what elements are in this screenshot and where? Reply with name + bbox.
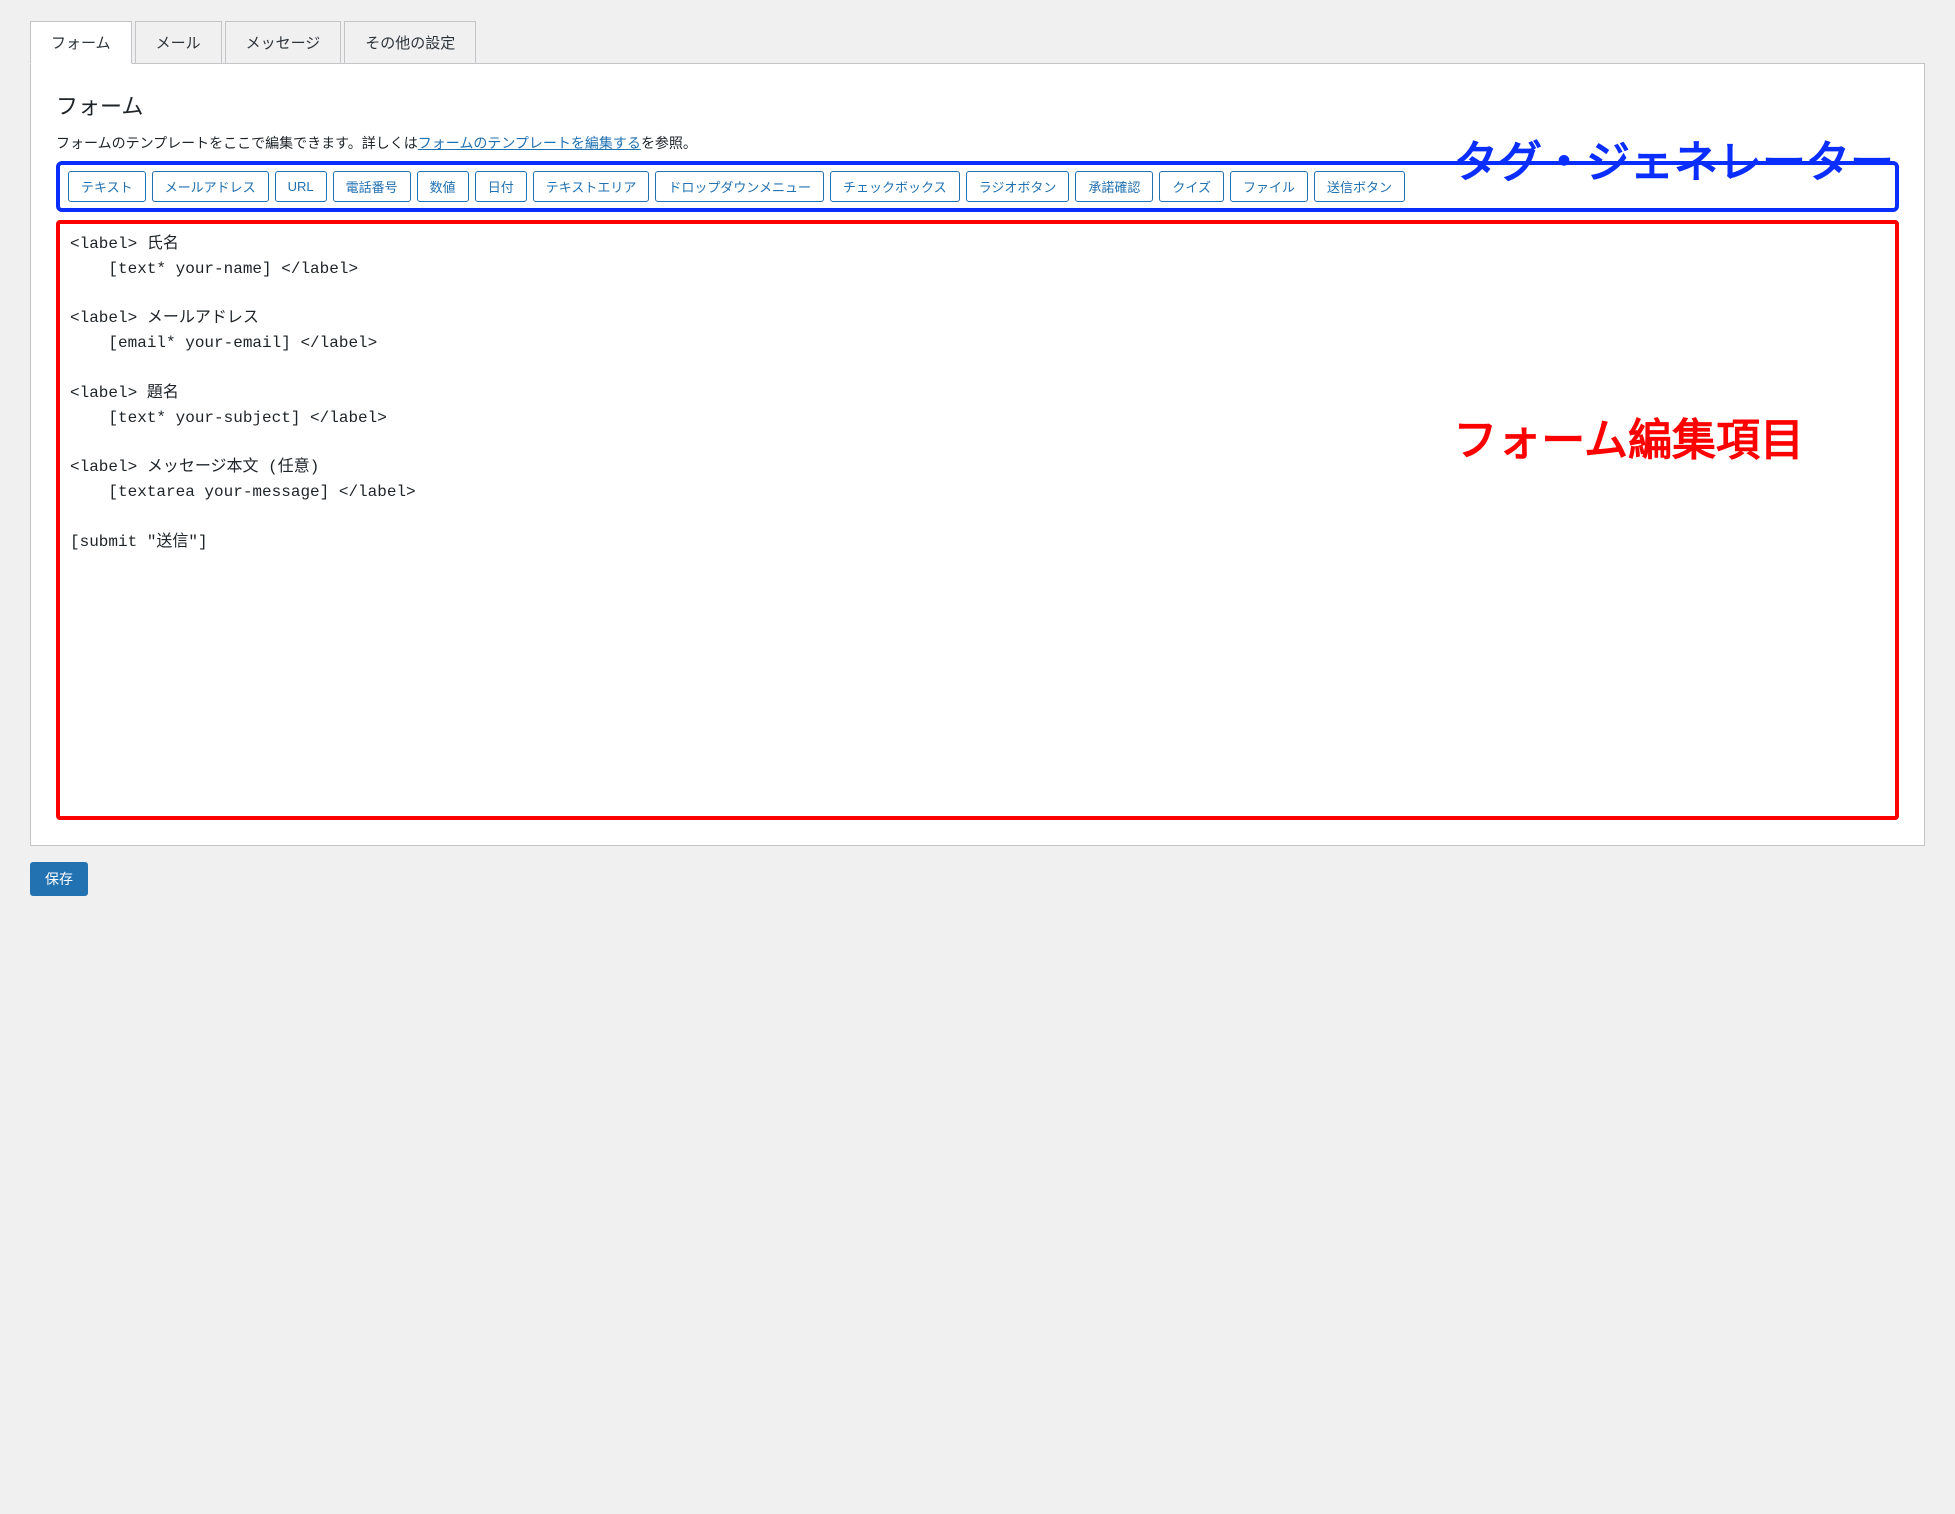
tabs-container: フォーム メール メッセージ その他の設定 bbox=[30, 20, 1925, 63]
description-prefix: フォームのテンプレートをここで編集できます。詳しくは bbox=[56, 136, 418, 152]
tag-button-acceptance[interactable]: 承諾確認 bbox=[1075, 171, 1153, 202]
tag-button-textarea[interactable]: テキストエリア bbox=[533, 171, 650, 202]
form-panel: タグ・ジェネレーター フォーム フォームのテンプレートをここで編集できます。詳し… bbox=[30, 63, 1925, 846]
panel-description: フォームのテンプレートをここで編集できます。詳しくはフォームのテンプレートを編集… bbox=[56, 133, 1899, 153]
tag-button-dropdown[interactable]: ドロップダウンメニュー bbox=[655, 171, 824, 202]
tag-button-url[interactable]: URL bbox=[275, 171, 327, 202]
help-link[interactable]: フォームのテンプレートを編集する bbox=[418, 136, 641, 152]
tag-button-text[interactable]: テキスト bbox=[68, 171, 146, 202]
tab-form[interactable]: フォーム bbox=[30, 21, 132, 64]
tab-mail[interactable]: メール bbox=[135, 21, 222, 64]
panel-title: フォーム bbox=[56, 89, 1899, 121]
tag-button-tel[interactable]: 電話番号 bbox=[333, 171, 411, 202]
tab-message[interactable]: メッセージ bbox=[225, 21, 342, 64]
tag-button-submit[interactable]: 送信ボタン bbox=[1314, 171, 1405, 202]
tag-button-checkbox[interactable]: チェックボックス bbox=[830, 171, 960, 202]
tag-button-number[interactable]: 数値 bbox=[417, 171, 469, 202]
tag-generator: テキスト メールアドレス URL 電話番号 数値 日付 テキストエリア ドロップ… bbox=[56, 161, 1899, 212]
tag-button-radio[interactable]: ラジオボタン bbox=[966, 171, 1070, 202]
save-button[interactable]: 保存 bbox=[30, 862, 88, 896]
tag-button-date[interactable]: 日付 bbox=[475, 171, 527, 202]
tag-button-email[interactable]: メールアドレス bbox=[152, 171, 269, 202]
tag-button-quiz[interactable]: クイズ bbox=[1159, 171, 1224, 202]
form-editor[interactable]: <label> 氏名 [text* your-name] </label> <l… bbox=[56, 220, 1899, 820]
description-suffix: を参照。 bbox=[641, 136, 697, 152]
tag-button-file[interactable]: ファイル bbox=[1230, 171, 1308, 202]
tab-other[interactable]: その他の設定 bbox=[344, 21, 476, 64]
